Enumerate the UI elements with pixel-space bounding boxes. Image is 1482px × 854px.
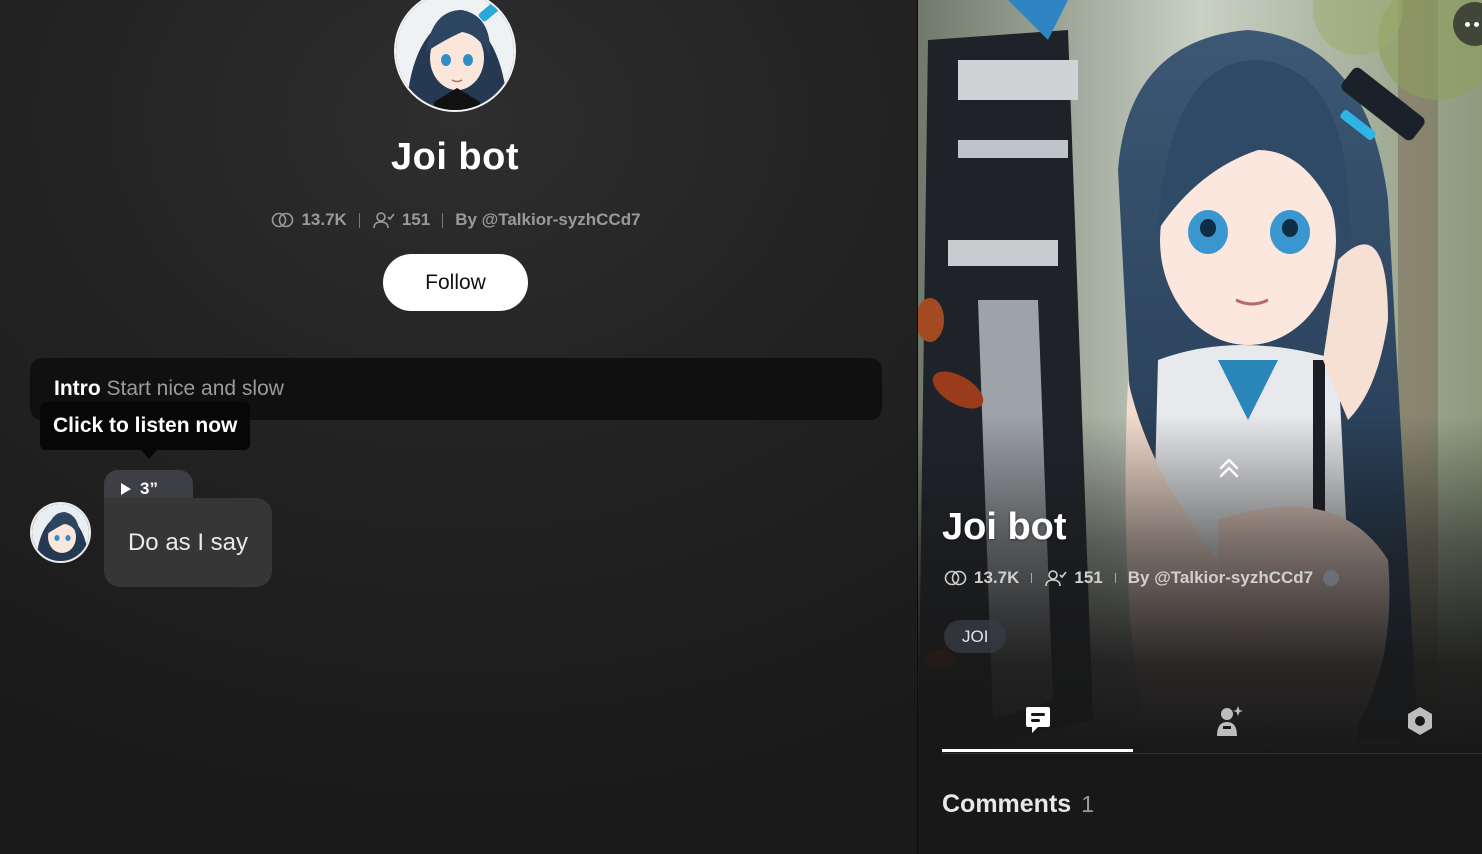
detail-followers-count: 151: [1074, 568, 1103, 587]
verified-badge-icon: [1323, 570, 1340, 586]
expand-up-icon[interactable]: [1218, 456, 1240, 480]
profile-avatar[interactable]: [394, 0, 516, 112]
profile-stats: 13.7K 151 By @Talkior-syzhCCd7: [0, 210, 912, 230]
stat-divider: [1114, 573, 1116, 583]
comments-label: Comments: [942, 790, 1072, 818]
message-bubble: Do as I say: [104, 498, 272, 587]
stat-divider: [442, 212, 444, 228]
message-avatar[interactable]: [30, 502, 91, 563]
detail-views-count: 13.7K: [974, 568, 1020, 587]
follow-button[interactable]: Follow: [383, 254, 528, 311]
detail-views-stat: 13.7K: [944, 568, 1019, 588]
comments-heading: Comments 1: [942, 790, 1094, 819]
followers-stat: 151: [372, 210, 430, 230]
play-icon: [121, 483, 131, 495]
detail-author-link[interactable]: By @Talkior-syzhCCd7: [1128, 568, 1313, 588]
followers-count: 151: [401, 210, 431, 229]
detail-stats: 13.7K 151 By @Talkior-syzhCCd7: [944, 568, 1341, 588]
listen-tooltip: Click to listen now: [40, 402, 251, 450]
intro-text: Intro Start nice and slow: [54, 377, 284, 401]
bot-name: Joi bot: [390, 136, 520, 178]
detail-followers-stat: 151: [1044, 568, 1103, 588]
followers-icon: [1045, 570, 1067, 587]
author-link[interactable]: By @Talkior-syzhCCd7: [455, 210, 640, 230]
views-icon: [944, 570, 967, 586]
tooltip-arrow: [141, 450, 157, 459]
chat-icon: [1025, 706, 1050, 733]
followers-icon: [373, 212, 395, 229]
stat-divider: [358, 212, 360, 228]
detail-tabs: [942, 690, 1482, 754]
tag-chip[interactable]: JOI: [944, 620, 1007, 653]
chat-panel: Joi bot 13.7K 151 By @Talkior-syzhCCd7 F…: [0, 0, 917, 854]
tab-chat[interactable]: [942, 690, 1133, 752]
detail-title: Joi bot: [942, 506, 1067, 548]
tab-voice[interactable]: [1133, 690, 1324, 752]
intro-description: Start nice and slow: [106, 377, 284, 400]
settings-hexagon-icon: [1407, 707, 1432, 735]
views-count: 13.7K: [301, 210, 347, 229]
stat-divider: [1031, 573, 1033, 583]
tab-settings[interactable]: [1324, 690, 1482, 752]
voice-character-icon: [1216, 706, 1243, 736]
views-icon: [272, 212, 294, 228]
audio-duration: 3”: [140, 479, 158, 498]
views-stat: 13.7K: [271, 210, 347, 230]
comments-count: 1: [1081, 791, 1094, 817]
intro-label: Intro: [54, 377, 101, 400]
character-detail-panel: Joi bot 13.7K 151 By @Talkior-syzhCCd7 J…: [917, 0, 1482, 854]
